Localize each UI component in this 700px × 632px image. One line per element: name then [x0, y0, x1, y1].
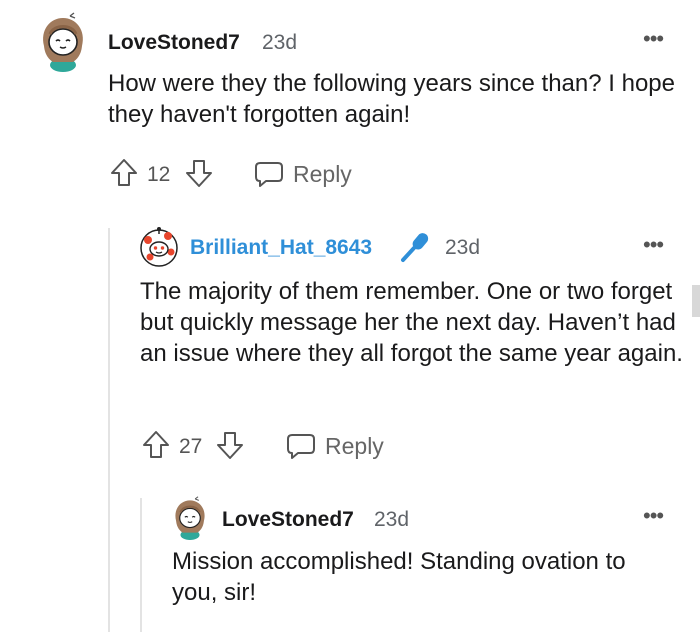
downvote-button[interactable]: [216, 430, 244, 460]
reply-button[interactable]: Reply: [254, 158, 352, 190]
reply-button[interactable]: Reply: [286, 430, 384, 462]
downvote-arrow-icon: [186, 160, 212, 187]
comment-body: The majority of them remember. One or tw…: [140, 278, 683, 367]
reply-label: Reply: [325, 432, 384, 459]
upvote-button[interactable]: [142, 430, 170, 460]
comment-age: 23d: [445, 236, 481, 259]
more-options-button[interactable]: •••: [643, 503, 664, 529]
downvote-arrow-icon: [217, 432, 243, 459]
chat-bubble-icon: [287, 434, 315, 459]
microphone-icon: [401, 233, 429, 262]
more-dots-icon: •••: [643, 26, 664, 51]
comment-author[interactable]: LoveStoned7: [108, 31, 240, 55]
snoo-avatar-icon: [140, 227, 178, 267]
more-dots-icon: •••: [643, 503, 664, 528]
more-dots-icon: •••: [643, 232, 664, 257]
comment-age: 23d: [262, 31, 298, 54]
upvote-arrow-icon: [143, 431, 169, 458]
thread-line-level-1[interactable]: [108, 228, 110, 632]
snoo-avatar-icon: [43, 12, 83, 72]
avatar[interactable]: [170, 496, 210, 540]
downvote-button[interactable]: [185, 158, 213, 188]
thread-line-level-2[interactable]: [140, 498, 142, 632]
comment-age: 23d: [374, 508, 410, 531]
vote-count: 27: [179, 435, 203, 458]
avatar[interactable]: [36, 12, 90, 72]
more-options-button[interactable]: •••: [643, 232, 664, 258]
reply-label: Reply: [293, 160, 352, 187]
comment-author[interactable]: LoveStoned7: [222, 508, 354, 532]
scrollbar-thumb[interactable]: [692, 285, 700, 317]
upvote-arrow-icon: [111, 159, 137, 186]
comment-body: Mission accomplished! Standing ovation t…: [172, 548, 626, 606]
flair-badge: [398, 230, 432, 264]
comment-author[interactable]: Brilliant_Hat_8643: [190, 236, 372, 260]
comment-body: How were they the following years since …: [108, 70, 675, 128]
more-options-button[interactable]: •••: [643, 26, 664, 52]
snoo-avatar-icon: [175, 496, 205, 540]
upvote-button[interactable]: [110, 158, 138, 188]
vote-count: 12: [147, 163, 171, 186]
avatar[interactable]: [138, 226, 180, 268]
chat-bubble-icon: [255, 162, 283, 187]
